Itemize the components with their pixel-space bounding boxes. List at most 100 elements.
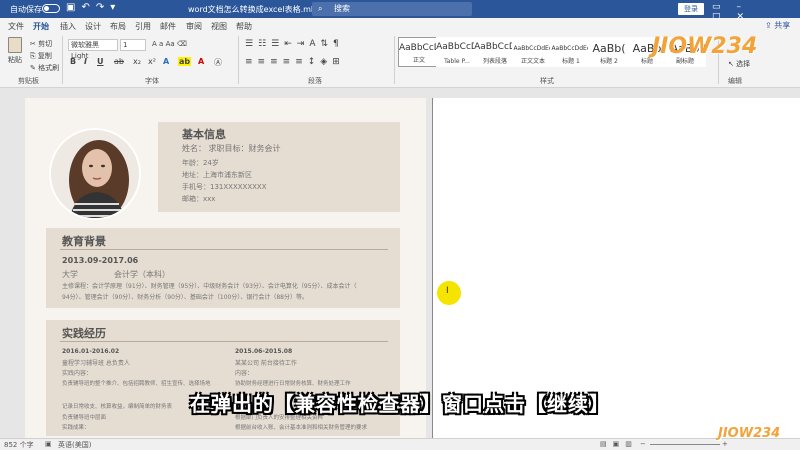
format-painter-button[interactable]: ✎ 格式刷: [30, 63, 59, 73]
tab-view[interactable]: 视图: [211, 21, 227, 32]
education-school: 大学: [62, 270, 78, 279]
cut-label: 剪切: [38, 40, 53, 48]
portrait-image: [51, 130, 139, 218]
share-button[interactable]: ⇪ 共享: [765, 20, 790, 31]
style-sample: AaBbCcDdEe: [513, 45, 553, 52]
experience-title: 实践经历: [62, 327, 106, 340]
font-name-select[interactable]: 微软雅黑 Light: [68, 39, 118, 60]
subscript-button[interactable]: x₂: [133, 57, 141, 66]
ribbon-tabs: 文件 开始 插入 设计 布局 引用 邮件 审阅 视图 帮助 ⇪ 共享: [0, 18, 800, 35]
copy-button[interactable]: ⎘ 复制: [30, 51, 52, 61]
customize-icon[interactable]: ▾: [110, 2, 121, 13]
profile-photo: [49, 128, 141, 220]
paste-icon[interactable]: [8, 37, 22, 53]
zoom-out-icon[interactable]: −: [640, 440, 646, 448]
distribute-icon[interactable]: ≡: [295, 57, 308, 67]
watermark-text: JIOW234: [718, 426, 781, 441]
tab-file[interactable]: 文件: [8, 21, 24, 32]
undo-icon[interactable]: ↶: [81, 2, 95, 13]
autosave-toggle[interactable]: [42, 4, 60, 13]
zoom-in-icon[interactable]: +: [722, 440, 728, 448]
education-courses-2: 94分）、管理会计（90分）、财务分析（90分）、基础会计（100分）、银行会计…: [62, 294, 308, 301]
sort-icon[interactable]: ⇅: [321, 39, 334, 49]
asian-layout-icon[interactable]: A: [309, 39, 320, 49]
tab-design[interactable]: 设计: [85, 21, 101, 32]
text-effects-icon[interactable]: A: [163, 57, 169, 66]
education-courses-1: 主修课程：会计学原理（91分）、财务管理（95分）、中级财务会计（93分）、会计…: [62, 283, 357, 290]
align-center-icon[interactable]: ≡: [258, 57, 271, 67]
clear-format-icon[interactable]: ⌫: [177, 40, 187, 48]
superscript-button[interactable]: x²: [148, 57, 156, 66]
format-painter-label: 格式刷: [38, 64, 60, 72]
read-mode-icon[interactable]: ▤: [600, 440, 613, 448]
line-spacing-icon[interactable]: ↕: [308, 57, 321, 67]
font-color-icon[interactable]: A: [198, 57, 204, 66]
bold-button[interactable]: B: [70, 57, 76, 66]
align-right-icon[interactable]: ≡: [270, 57, 283, 67]
highlight-icon[interactable]: ab: [178, 57, 192, 66]
tab-mailings[interactable]: 邮件: [160, 21, 176, 32]
font-group-label: 字体: [145, 77, 159, 85]
shading-icon[interactable]: ◈: [320, 57, 332, 67]
font-size-select[interactable]: 1: [120, 39, 146, 51]
multilevel-icon[interactable]: ☰: [271, 39, 284, 49]
bullets-icon[interactable]: ☰: [245, 39, 258, 49]
language-indicator[interactable]: 英语(美国): [58, 440, 91, 450]
status-bar: 852 个字 ▣ 英语(美国) ▤▣▥ − +: [0, 438, 800, 450]
ribbon-display-icon[interactable]: ▭: [712, 2, 737, 12]
video-subtitle: 在弹出的【兼容性检查器】窗口点击【继续】: [190, 392, 610, 416]
grow-font-icon[interactable]: A: [152, 40, 157, 48]
style-table-p[interactable]: AaBbCcD Table P...: [436, 37, 478, 67]
show-marks-icon[interactable]: ¶: [333, 39, 344, 49]
borders-icon[interactable]: ⊞: [332, 57, 345, 67]
tab-references[interactable]: 引用: [135, 21, 151, 32]
blank-page[interactable]: [432, 98, 800, 438]
cut-button[interactable]: ✂ 剪切: [30, 39, 52, 49]
redo-icon[interactable]: ↷: [96, 2, 110, 13]
change-case-icon[interactable]: Aa: [166, 40, 175, 48]
email-line: 邮箱：xxx: [182, 195, 216, 203]
zoom-slider[interactable]: [650, 444, 720, 445]
minimize-icon[interactable]: –: [737, 2, 758, 12]
clipboard-group-label: 剪贴板: [18, 77, 39, 85]
print-layout-icon[interactable]: ▣: [613, 440, 626, 448]
divider: [60, 341, 388, 342]
underline-button[interactable]: U: [97, 57, 104, 66]
strikethrough-button[interactable]: ab: [114, 57, 124, 66]
web-layout-icon[interactable]: ▥: [625, 440, 638, 448]
align-left-icon[interactable]: ≡: [245, 57, 258, 67]
tab-help[interactable]: 帮助: [236, 21, 252, 32]
numbering-icon[interactable]: ☷: [258, 39, 271, 49]
search-box[interactable]: ⌕ 搜索: [312, 2, 472, 16]
login-button[interactable]: 登录: [678, 3, 704, 15]
search-placeholder: 搜索: [334, 4, 350, 13]
word-count[interactable]: 852 个字: [4, 440, 34, 450]
style-name: Table P...: [444, 58, 470, 65]
save-icon[interactable]: ▣: [66, 2, 81, 13]
style-normal[interactable]: AaBbCcD 正文: [398, 37, 440, 67]
style-name: 标题 1: [562, 58, 580, 65]
font-more-icon[interactable]: Ⓐ: [214, 57, 222, 68]
justify-icon[interactable]: ≡: [283, 57, 296, 67]
experience1-date: 2016.01-2016.02: [62, 348, 120, 355]
style-body-text[interactable]: AaBbCcDdEe 正文文本: [512, 37, 554, 67]
style-heading-1[interactable]: AaBbCcDdEe 标题 1: [550, 37, 592, 67]
increase-indent-icon[interactable]: ⇥: [297, 39, 310, 49]
italic-button[interactable]: I: [84, 57, 87, 66]
experience1-role: 童程学习辅导班 总负责人: [62, 360, 130, 367]
style-list-paragraph[interactable]: AaBbCcD 列表段落: [474, 37, 516, 67]
education-major: 会计学（本科）: [114, 270, 170, 279]
decrease-indent-icon[interactable]: ⇤: [284, 39, 297, 49]
paste-button[interactable]: 粘贴: [8, 55, 22, 65]
separator: [394, 36, 395, 84]
tab-review[interactable]: 审阅: [186, 21, 202, 32]
select-button[interactable]: ↖ 选择: [728, 59, 750, 69]
proofing-icon[interactable]: ▣: [45, 440, 52, 448]
shrink-font-icon[interactable]: a: [159, 40, 163, 48]
experience2-date: 2015.06-2015.08: [235, 348, 293, 355]
style-heading-2[interactable]: AaBb(标题 2: [588, 37, 630, 67]
tab-insert[interactable]: 插入: [60, 21, 76, 32]
tab-layout[interactable]: 布局: [110, 21, 126, 32]
copy-icon: ⎘: [30, 52, 36, 60]
brush-icon: ✎: [30, 64, 36, 72]
